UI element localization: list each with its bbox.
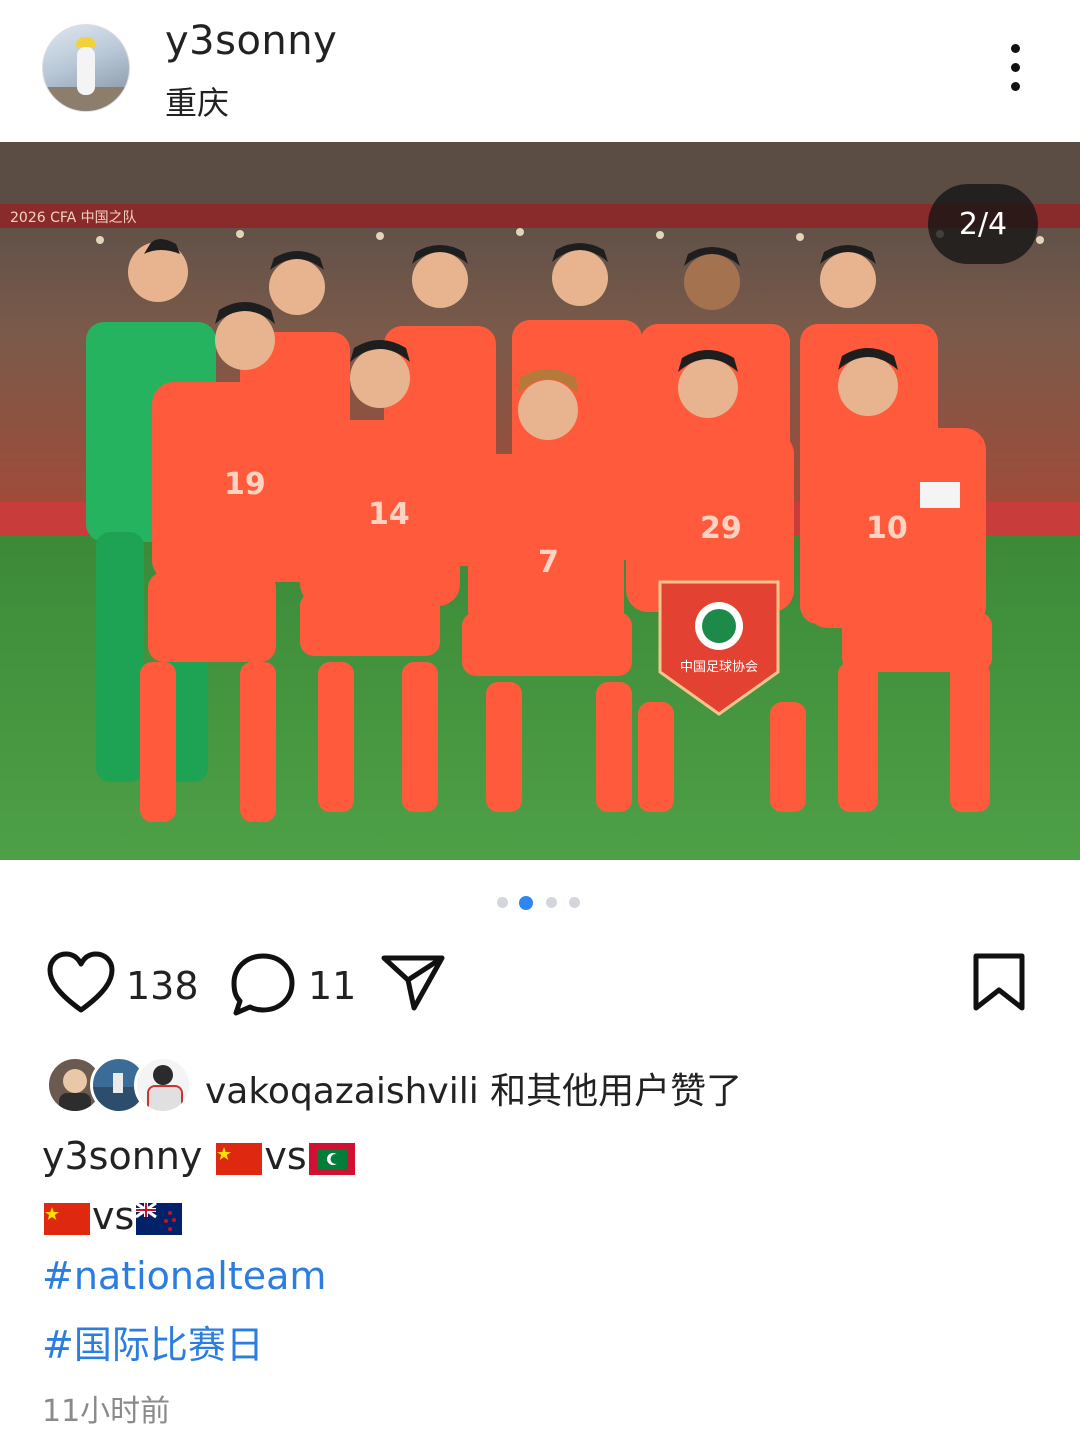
caption-line-2: vs [42, 1194, 184, 1238]
comment-count[interactable]: 11 [308, 964, 356, 1008]
carousel-dot[interactable] [546, 897, 557, 908]
jersey-number: 10 [866, 511, 908, 546]
stadium-banner-text: 2026 CFA 中国之队 [10, 210, 137, 226]
stadium-banner [0, 204, 1080, 228]
post-timestamp: 11小时前 [42, 1394, 171, 1429]
comment-bubble-icon[interactable] [228, 950, 298, 1018]
hashtag-link[interactable]: #国际比赛日 [42, 1314, 264, 1369]
liked-by-text[interactable]: vakoqazaishvili 和其他用户赞了 [205, 1062, 742, 1114]
captain-armband [920, 482, 960, 508]
post-photo[interactable]: 2026 CFA 中国之队 19 14 7 29 10 中国足球协会 [0, 142, 1080, 860]
avatar-hat [76, 37, 96, 47]
china-flag-icon [216, 1140, 263, 1175]
carousel-dot-active[interactable] [519, 896, 533, 910]
china-flag-icon [44, 1200, 90, 1235]
post-location[interactable]: 重庆 [165, 78, 229, 124]
caption-line-1: y3sonny vs [42, 1134, 357, 1178]
caption-vs-text: vs [264, 1134, 307, 1178]
liker-avatar[interactable] [134, 1056, 192, 1114]
avatar-figure [77, 47, 95, 95]
bookmark-icon[interactable] [972, 952, 1026, 1012]
jersey-number: 14 [368, 497, 410, 532]
carousel-dot[interactable] [497, 897, 508, 908]
caption-author[interactable]: y3sonny [42, 1134, 202, 1178]
share-send-icon[interactable] [380, 950, 446, 1012]
author-avatar[interactable] [42, 24, 130, 112]
new-zealand-flag-icon [135, 1200, 183, 1235]
jersey-number: 29 [700, 511, 742, 546]
carousel-dot[interactable] [569, 897, 580, 908]
like-count[interactable]: 138 [126, 964, 199, 1008]
more-options-icon[interactable] [996, 40, 1036, 96]
team-photo-illustration: 2026 CFA 中国之队 19 14 7 29 10 中国足球协会 [0, 142, 1080, 860]
maldives-flag-icon [308, 1140, 355, 1175]
jersey-number: 19 [224, 467, 266, 502]
caption-vs-text: vs [92, 1194, 135, 1238]
jersey-number: 7 [538, 545, 559, 580]
author-username[interactable]: y3sonny [165, 18, 337, 64]
hashtag-link[interactable]: #nationalteam [42, 1254, 326, 1298]
image-counter-badge: 2/4 [928, 184, 1038, 264]
like-heart-icon[interactable] [46, 950, 116, 1016]
pennant-text: 中国足球协会 [680, 660, 758, 675]
